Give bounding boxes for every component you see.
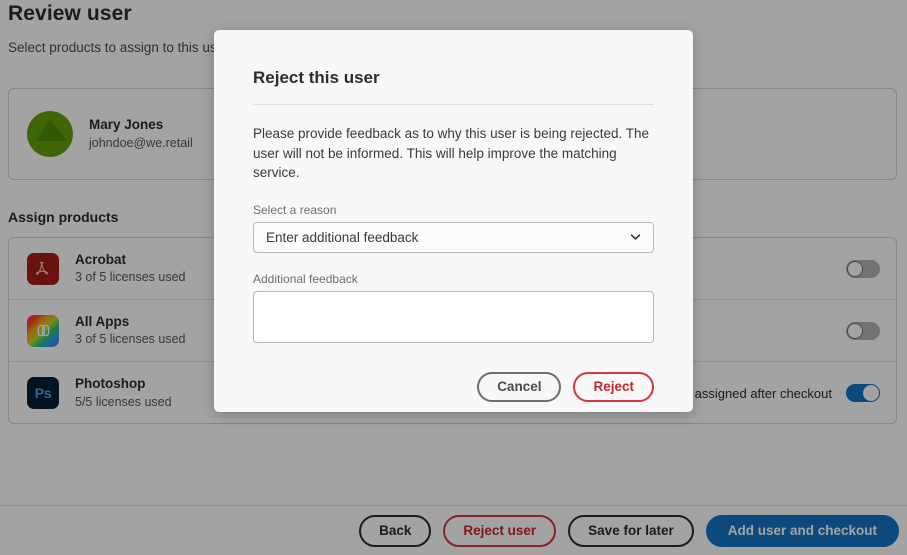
reason-select-value: Enter additional feedback bbox=[266, 229, 419, 245]
cancel-button[interactable]: Cancel bbox=[477, 371, 562, 402]
dialog-description: Please provide feedback as to why this u… bbox=[253, 126, 649, 181]
dialog-actions: Cancel Reject bbox=[253, 371, 654, 402]
dialog-title: Reject this user bbox=[253, 68, 380, 87]
chevron-down-glyph bbox=[630, 234, 641, 240]
reject-button[interactable]: Reject bbox=[573, 371, 654, 402]
reject-user-dialog: Reject this user Please provide feedback… bbox=[214, 30, 693, 412]
chevron-down-icon bbox=[629, 231, 642, 244]
reason-select[interactable]: Enter additional feedback bbox=[253, 221, 654, 253]
additional-feedback-input[interactable] bbox=[253, 290, 654, 343]
feedback-field-label: Additional feedback bbox=[253, 271, 358, 286]
dialog-divider bbox=[253, 104, 654, 105]
reason-field-label: Select a reason bbox=[253, 202, 337, 217]
